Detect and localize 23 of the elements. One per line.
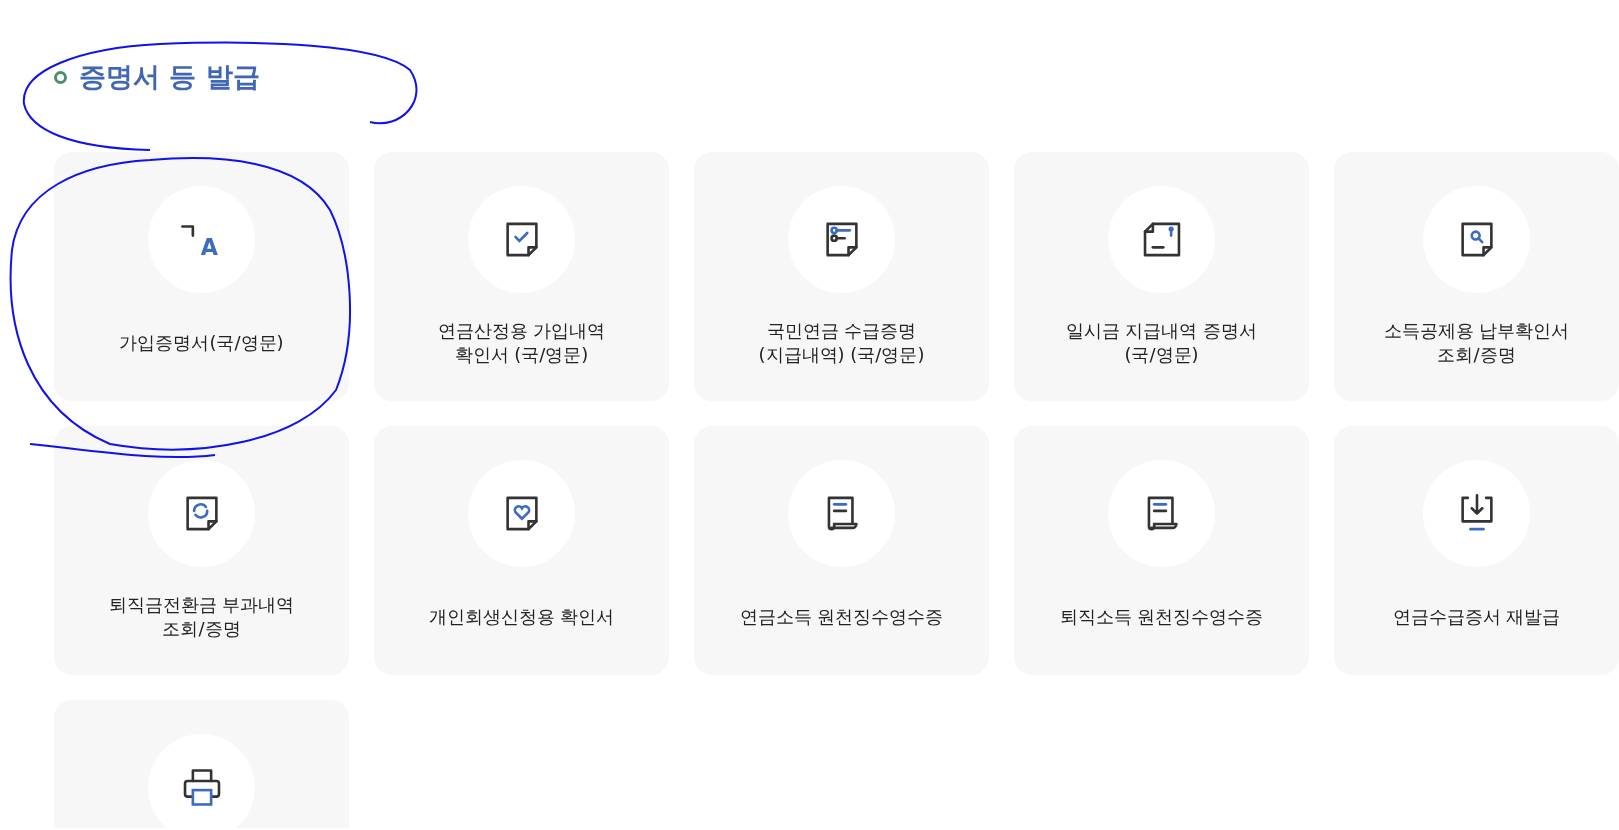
card-label: 퇴직소득 원천징수영수증: [1059, 604, 1264, 629]
card-label: 퇴직금전환금 부과내역 조회/증명: [108, 592, 295, 641]
menu-card[interactable]: [54, 700, 349, 828]
card-label: 소득공제용 납부확인서 조회/증명: [1383, 318, 1570, 367]
card-label: 연금수급증서 재발급: [1392, 604, 1561, 629]
menu-card[interactable]: 일시금 지급내역 증명서 (국/영문): [1014, 152, 1309, 401]
card-label: 연금소득 원천징수영수증: [739, 604, 944, 629]
section-title: 증명서 등 발급: [79, 60, 260, 94]
card-label: 일시금 지급내역 증명서 (국/영문): [1065, 318, 1258, 367]
menu-card[interactable]: 연금수급증서 재발급: [1334, 426, 1619, 675]
menu-card[interactable]: 개인회생신청용 확인서: [374, 426, 669, 675]
menu-card[interactable]: 퇴직소득 원천징수영수증: [1014, 426, 1309, 675]
menu-card[interactable]: 소득공제용 납부확인서 조회/증명: [1334, 152, 1619, 401]
card-label: 국민연금 수급증명 (지급내역) (국/영문): [758, 318, 925, 367]
menu-card[interactable]: 국민연금 수급증명 (지급내역) (국/영문): [694, 152, 989, 401]
menu-card[interactable]: 연금소득 원천징수영수증: [694, 426, 989, 675]
menu-card[interactable]: A 가입증명서(국/영문): [54, 152, 349, 401]
menu-card[interactable]: 퇴직금전환금 부과내역 조회/증명: [54, 426, 349, 675]
bullet-icon: [54, 70, 67, 84]
card-label: 연금산정용 가입내역 확인서 (국/영문): [437, 318, 606, 367]
menu-card[interactable]: 연금산정용 가입내역 확인서 (국/영문): [374, 152, 669, 401]
card-label: 개인회생신청용 확인서: [428, 604, 615, 629]
card-label: 가입증명서(국/영문): [119, 330, 284, 355]
